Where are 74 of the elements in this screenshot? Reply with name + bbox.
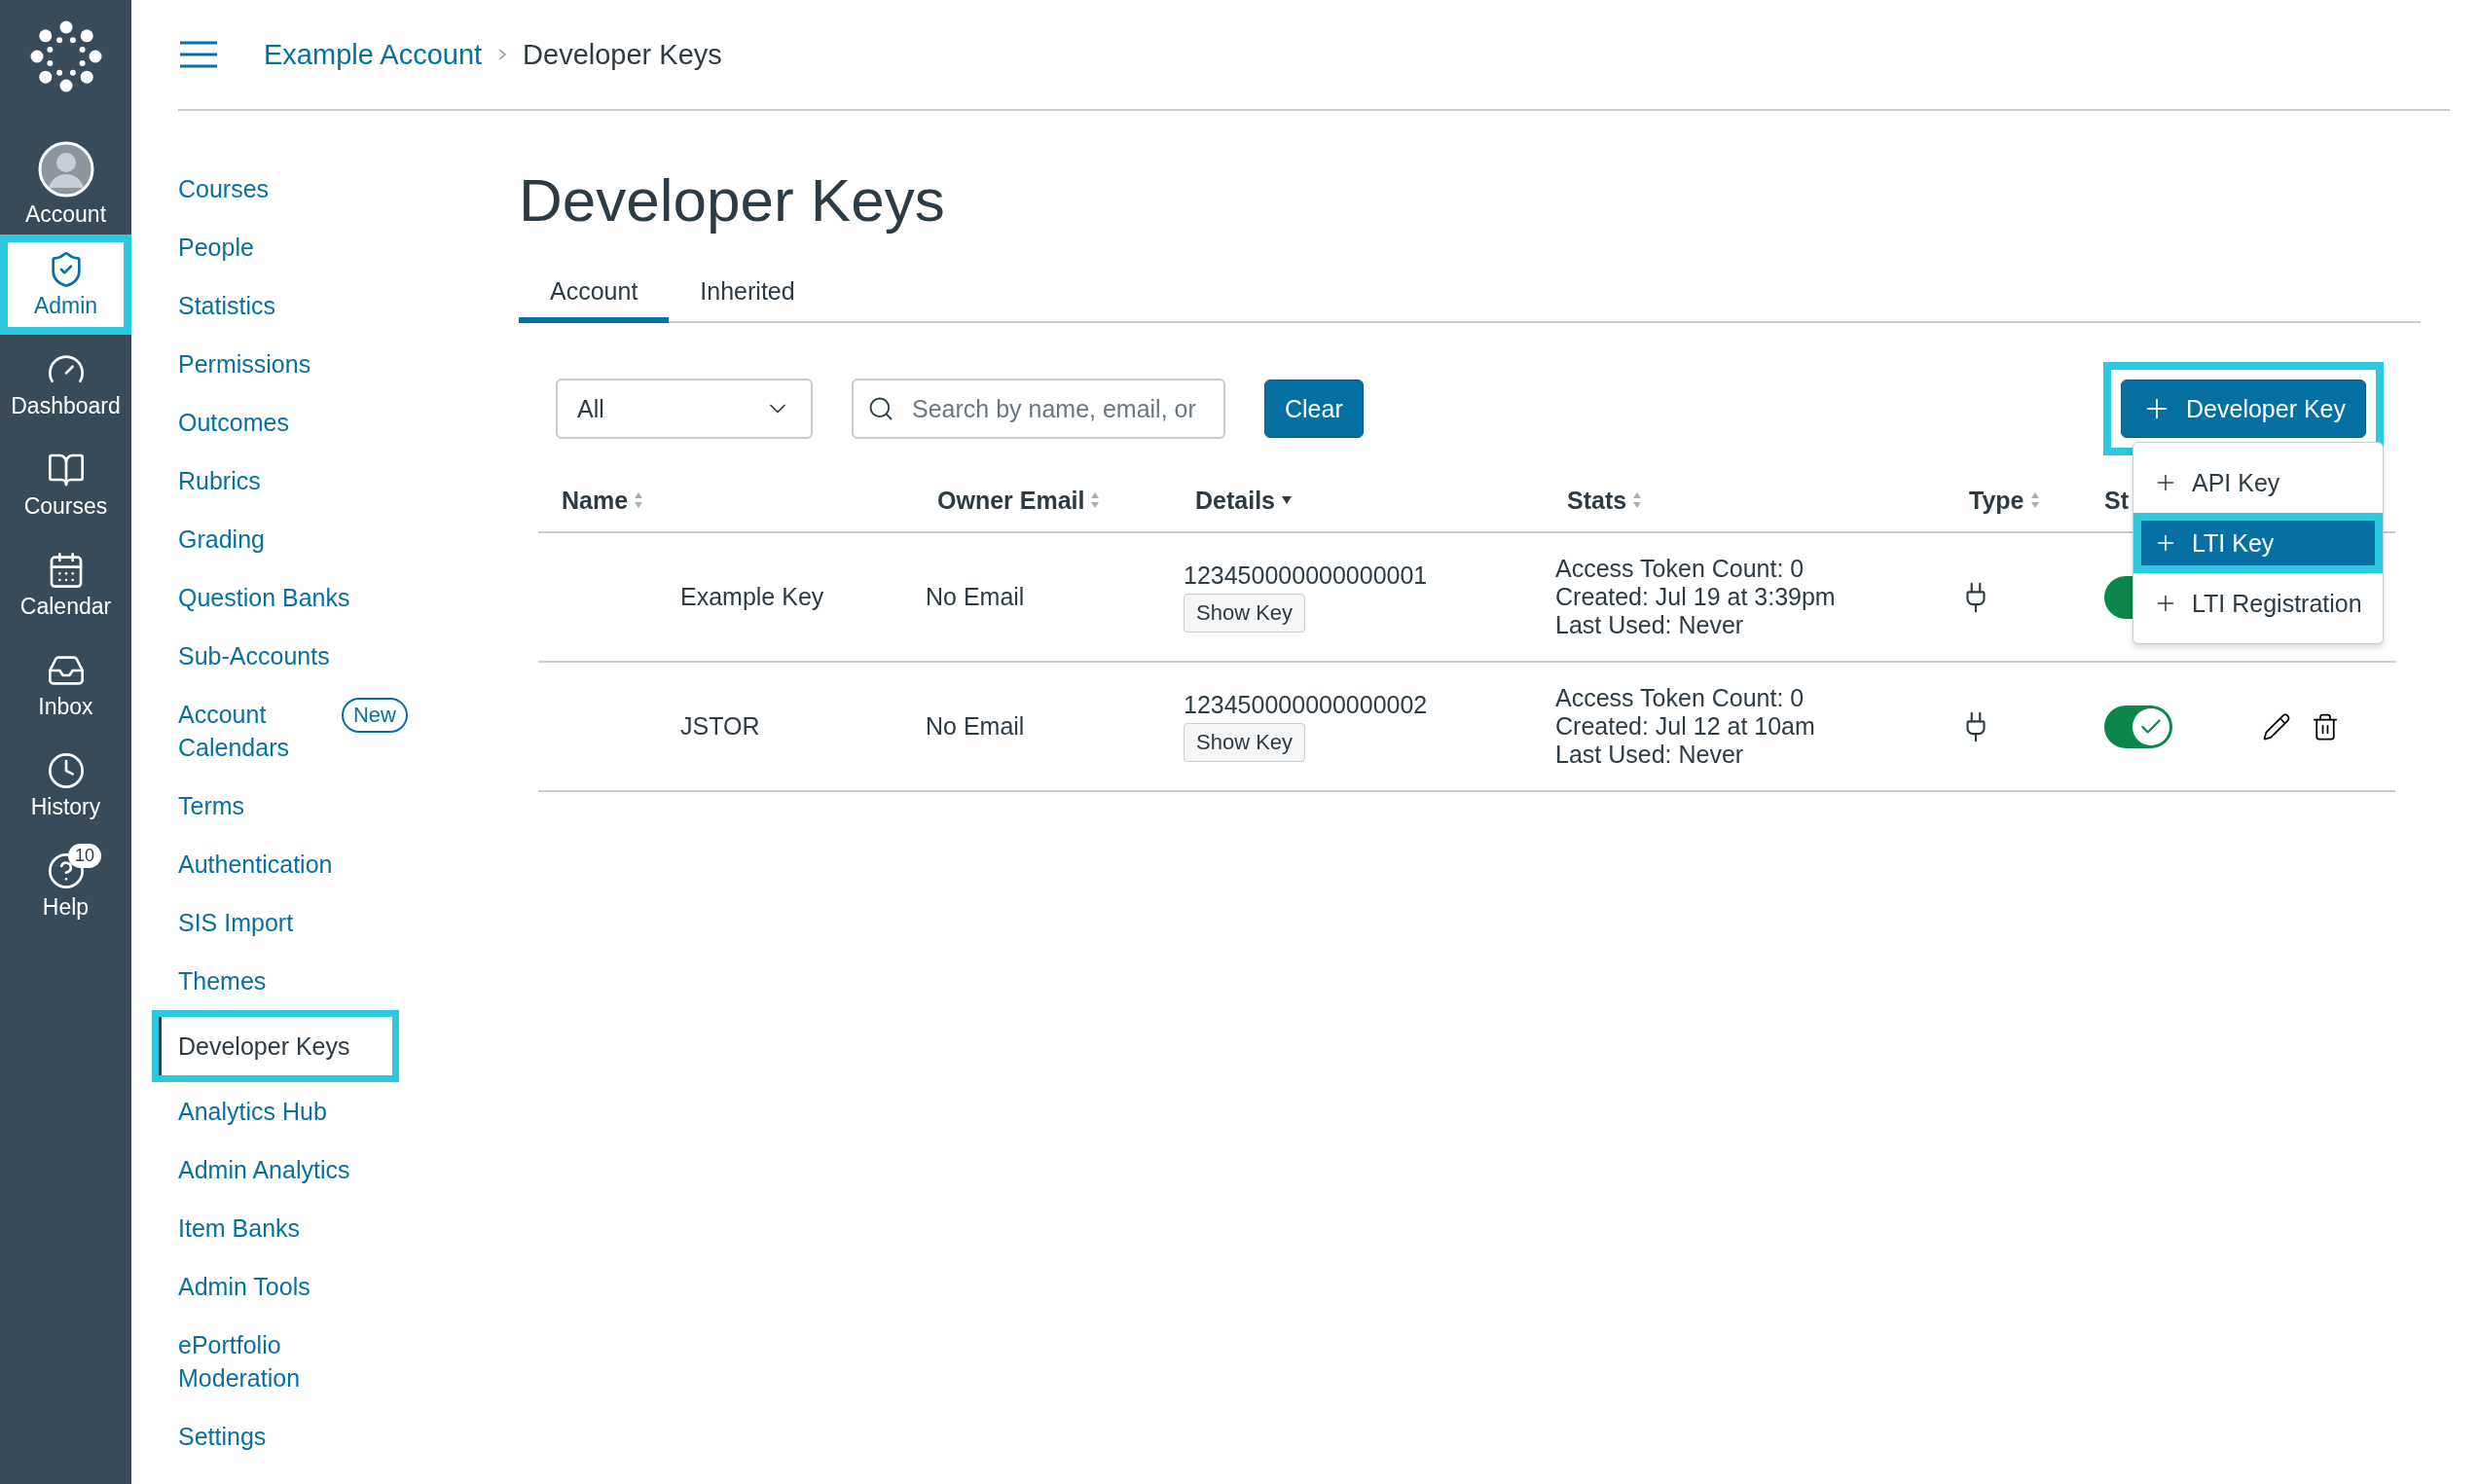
column-header[interactable]: Owner Email [937, 486, 1101, 515]
show-key-button[interactable]: Show Key [1184, 723, 1306, 762]
column-header[interactable]: Type [1969, 486, 2040, 515]
pencil-icon [2262, 711, 2291, 742]
menu-item[interactable]: API Key [2133, 452, 2383, 513]
avatar-icon [37, 141, 94, 198]
nav-item[interactable]: Calendar [0, 535, 131, 635]
sidebar-item[interactable]: Terms [178, 777, 421, 835]
select-value: All [577, 394, 604, 423]
nav-item[interactable]: Account [0, 134, 131, 235]
sidebar-label: Account Calendars [178, 700, 290, 763]
logo-icon [28, 19, 103, 93]
toggle-switch[interactable] [2104, 705, 2172, 748]
table-cell: No Email [926, 712, 1025, 741]
page-title: Developer Keys [519, 165, 946, 235]
show-key-button[interactable]: Show Key [1184, 594, 1306, 633]
sidebar-item[interactable]: Developer Keys [152, 1010, 399, 1082]
table-cell: JSTOR [680, 712, 760, 741]
tab[interactable]: Inherited [669, 266, 826, 323]
clear-button[interactable]: Clear [1264, 380, 1364, 438]
stats-line: Last Used: Never [1555, 741, 1744, 769]
sidebar-item[interactable]: Account Calendars New [178, 685, 421, 777]
breadcrumb-link[interactable]: Example Account [264, 38, 483, 71]
column-header[interactable]: Stats [1567, 486, 1643, 515]
menu-item[interactable]: LTI Key [2133, 513, 2383, 573]
sidebar-item[interactable]: Themes [178, 952, 421, 1010]
sidebar-item[interactable]: Admin Tools [178, 1257, 421, 1316]
column-header[interactable]: Name [562, 486, 644, 515]
clock-icon [46, 751, 86, 790]
sidebar-item[interactable]: Statistics [178, 276, 421, 335]
stats-line: Created: Jul 12 at 10am [1555, 712, 1815, 741]
key-id: 123450000000000002 [1184, 691, 1428, 719]
sidebar-item[interactable]: Outcomes [178, 393, 421, 452]
sidebar-item[interactable]: SIS Import [178, 893, 421, 952]
search-field[interactable]: Search by name, email, or [852, 379, 1225, 439]
edit-button[interactable] [2262, 711, 2291, 742]
sidebar-item[interactable]: Item Banks [178, 1199, 421, 1257]
add-developer-key-button[interactable]: Developer Key [2121, 380, 2366, 438]
sidebar-item[interactable]: Rubrics [178, 452, 421, 510]
table-cell: No Email [926, 583, 1025, 611]
stats-line: Access Token Count: 0 [1555, 684, 1805, 712]
sidebar-item[interactable]: Analytics Hub [178, 1082, 421, 1140]
column-header[interactable]: St [2104, 486, 2129, 515]
sidebar-item[interactable]: Admin Analytics [178, 1140, 421, 1199]
menu-icon[interactable] [178, 40, 219, 69]
stats-line: Access Token Count: 0 [1555, 555, 1805, 583]
delete-button[interactable] [2311, 711, 2340, 742]
sidebar-item[interactable]: Authentication [178, 835, 421, 893]
filter-select[interactable]: All [556, 379, 813, 439]
sidebar-item[interactable]: Grading [178, 510, 421, 568]
sidebar-item[interactable]: Sub-Accounts [178, 627, 421, 685]
trash-icon [2311, 711, 2340, 742]
nav-item[interactable]: History [0, 736, 131, 836]
sidebar-item[interactable]: ePortfolio Moderation [178, 1316, 421, 1407]
nav-item[interactable]: Dashboard [0, 335, 131, 435]
nav-item[interactable]: Admin [0, 235, 131, 335]
breadcrumb-current: Developer Keys [523, 38, 722, 71]
sidebar-item[interactable]: Settings [178, 1407, 421, 1466]
count-badge: 10 [68, 844, 102, 868]
nav-item[interactable]: Courses [0, 435, 131, 535]
new-badge: New [342, 698, 408, 733]
stats-line: Last Used: Never [1555, 611, 1744, 639]
table-cell: Example Key [680, 583, 824, 611]
stats-line: Created: Jul 19 at 3:39pm [1555, 583, 1836, 611]
nav-item[interactable]: Inbox [0, 635, 131, 736]
tab[interactable]: Account [519, 266, 670, 323]
column-header[interactable]: Details [1195, 486, 1293, 515]
menu-item[interactable]: LTI Registration [2133, 573, 2383, 633]
key-id: 123450000000000001 [1184, 561, 1428, 590]
sidebar-item[interactable]: People [178, 218, 421, 276]
sidebar-item[interactable]: Question Banks [178, 568, 421, 627]
sidebar-item[interactable]: Permissions [178, 335, 421, 393]
nav-item[interactable]: Help 10 [0, 836, 131, 936]
sidebar-item[interactable]: Courses [178, 160, 421, 218]
